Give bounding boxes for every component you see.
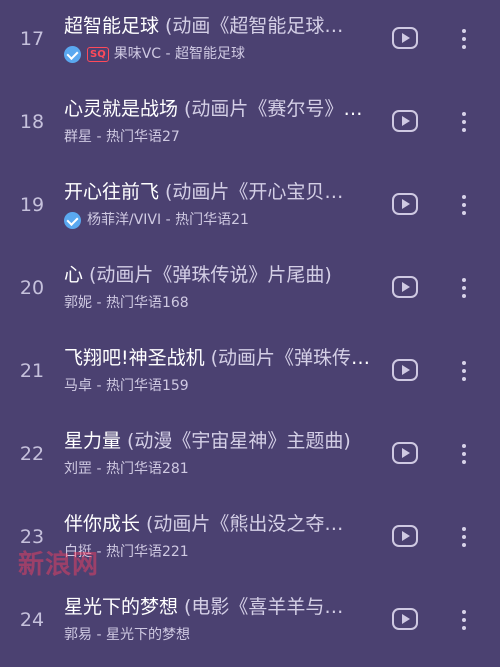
song-artist-album: 郭妮 - 热门华语168 — [64, 295, 189, 311]
song-title: 开心往前飞 — [64, 181, 160, 203]
song-subtitle: (动画片《熊出没之夺… — [146, 513, 344, 535]
song-meta: 马卓 - 热门华语159 — [64, 376, 380, 396]
song-title-line: 心 (动画片《弹珠传说》片尾曲) — [64, 262, 380, 288]
song-title: 心 — [64, 264, 84, 286]
song-row[interactable]: 20 心 (动画片《弹珠传说》片尾曲) 郭妮 - 热门华语168 — [0, 249, 500, 329]
song-row[interactable]: 21 飞翔吧!神圣战机(动画片《弹珠传说》… 马卓 - 热门华语159 — [0, 332, 500, 412]
play-icon[interactable] — [392, 442, 418, 464]
song-row[interactable]: 22 星力量 (动漫《宇宙星神》主题曲) 刘罡 - 热门华语281 — [0, 415, 500, 495]
song-index: 19 — [19, 194, 45, 216]
more-vertical-icon[interactable] — [456, 109, 472, 135]
song-title-line: 心灵就是战场(动画片《赛尔号》主题曲) — [64, 96, 380, 122]
more-vertical-icon[interactable] — [456, 524, 472, 550]
play-icon[interactable] — [392, 27, 418, 49]
song-title: 星光下的梦想 — [64, 596, 179, 618]
verified-check-icon — [64, 211, 81, 229]
song-row[interactable]: 18 心灵就是战场(动画片《赛尔号》主题曲) 群星 - 热门华语27 — [0, 83, 500, 163]
song-artist-album: 刘罡 - 热门华语281 — [64, 461, 189, 477]
song-subtitle: (电影《喜羊羊与… — [184, 596, 344, 618]
more-vertical-icon[interactable] — [456, 607, 472, 633]
song-index: 21 — [19, 360, 45, 382]
song-artist-album: 郭易 - 星光下的梦想 — [64, 627, 190, 643]
song-subtitle: (动画片《赛尔号》主题曲) — [184, 98, 380, 120]
song-subtitle: (动画片《弹珠传说》片尾曲) — [89, 264, 332, 286]
song-title-line: 星光下的梦想 (电影《喜羊羊与… — [64, 594, 380, 620]
song-title-line: 星力量 (动漫《宇宙星神》主题曲) — [64, 428, 380, 454]
song-meta: 杨菲洋/VIVI - 热门华语21 — [64, 210, 380, 230]
song-title-line: 超智能足球 (动画《超智能足球… — [64, 13, 380, 39]
song-meta: 群星 - 热门华语27 — [64, 127, 380, 147]
song-title-line: 飞翔吧!神圣战机(动画片《弹珠传说》… — [64, 345, 380, 371]
song-meta: SQ 果味VC - 超智能足球 — [64, 44, 380, 64]
verified-check-icon — [64, 45, 81, 63]
song-meta: 郭易 - 星光下的梦想 — [64, 625, 380, 645]
play-icon[interactable] — [392, 359, 418, 381]
play-icon[interactable] — [392, 608, 418, 630]
song-row[interactable]: 24 星光下的梦想 (电影《喜羊羊与… 郭易 - 星光下的梦想 — [0, 581, 500, 661]
song-index: 20 — [19, 277, 45, 299]
song-meta: 郭妮 - 热门华语168 — [64, 293, 380, 313]
play-icon[interactable] — [392, 276, 418, 298]
song-subtitle: (动画片《开心宝贝… — [165, 181, 344, 203]
more-vertical-icon[interactable] — [456, 441, 472, 467]
song-subtitle: (动画片《弹珠传说》… — [210, 347, 380, 369]
play-icon[interactable] — [392, 110, 418, 132]
play-icon[interactable] — [392, 193, 418, 215]
song-title: 心灵就是战场 — [64, 98, 179, 120]
play-icon[interactable] — [392, 525, 418, 547]
song-meta: 白挺 - 热门华语221 — [64, 542, 380, 562]
song-artist-album: 马卓 - 热门华语159 — [64, 378, 189, 394]
song-index: 22 — [19, 443, 45, 465]
song-artist-album: 杨菲洋/VIVI - 热门华语21 — [87, 212, 249, 228]
song-title: 星力量 — [64, 430, 122, 452]
song-title: 超智能足球 — [64, 15, 160, 37]
song-subtitle: (动漫《宇宙星神》主题曲) — [127, 430, 351, 452]
more-vertical-icon[interactable] — [456, 26, 472, 52]
song-row[interactable]: 17 超智能足球 (动画《超智能足球… SQ 果味VC - 超智能足球 — [0, 0, 500, 80]
song-title: 伴你成长 — [64, 513, 141, 535]
song-subtitle: (动画《超智能足球… — [165, 15, 344, 37]
song-title-line: 伴你成长 (动画片《熊出没之夺… — [64, 511, 380, 537]
watermark: 新浪网 — [18, 550, 100, 580]
song-title-line: 开心往前飞 (动画片《开心宝贝… — [64, 179, 380, 205]
song-title: 飞翔吧!神圣战机 — [64, 347, 205, 369]
song-index: 18 — [19, 111, 45, 133]
sq-quality-badge: SQ — [87, 46, 109, 62]
more-vertical-icon[interactable] — [456, 275, 472, 301]
song-index: 17 — [19, 28, 45, 50]
song-meta: 刘罡 - 热门华语281 — [64, 459, 380, 479]
song-row[interactable]: 19 开心往前飞 (动画片《开心宝贝… 杨菲洋/VIVI - 热门华语21 — [0, 166, 500, 246]
song-index: 24 — [19, 609, 45, 631]
more-vertical-icon[interactable] — [456, 192, 472, 218]
more-vertical-icon[interactable] — [456, 358, 472, 384]
song-artist-album: 果味VC - 超智能足球 — [113, 46, 246, 62]
song-artist-album: 群星 - 热门华语27 — [64, 129, 180, 145]
